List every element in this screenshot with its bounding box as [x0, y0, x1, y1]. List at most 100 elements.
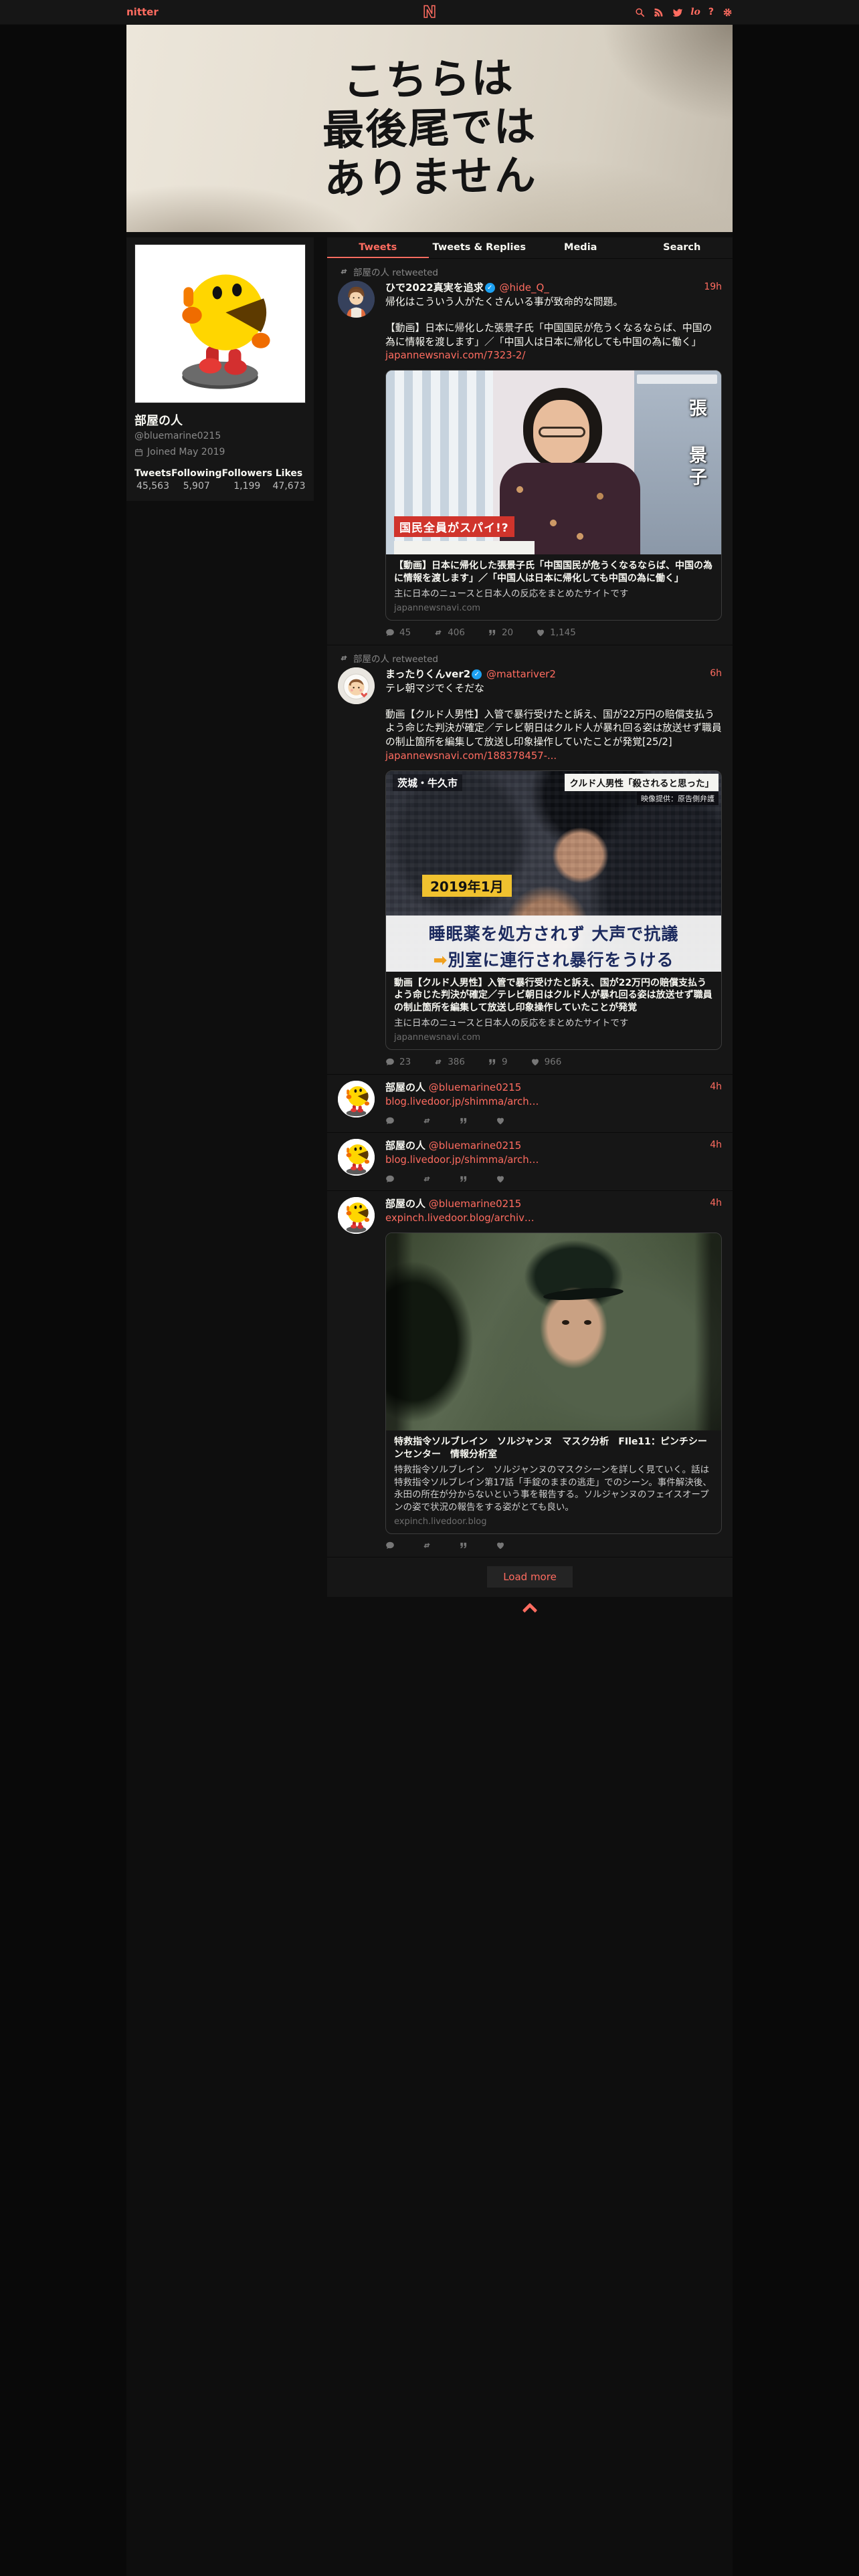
twitter-bird-icon[interactable]: [672, 7, 682, 17]
comment-icon: [386, 1117, 394, 1124]
comment-stat[interactable]: [385, 1541, 399, 1550]
verified-badge-icon: ✓: [472, 669, 482, 679]
tweet-author-name[interactable]: 部屋の人: [385, 1140, 425, 1152]
tweet-author-handle[interactable]: @hide_Q_: [500, 282, 549, 294]
stat-likes-value: 47,673: [272, 481, 306, 492]
tweet-author-avatar[interactable]: [338, 1196, 375, 1234]
link-preview-card[interactable]: 特救指令ソルブレイン ソルジャンヌ マスク分析 FIle11：ピンチシーンセンタ…: [385, 1232, 722, 1535]
comment-stat[interactable]: 45: [385, 627, 411, 638]
retweet-stat[interactable]: [422, 1174, 436, 1184]
tweet-external-link[interactable]: japannewsnavi.com/188378457-...: [385, 750, 557, 762]
avatar-illustration-hooded-character: [338, 667, 375, 704]
comment-stat[interactable]: [385, 1116, 399, 1125]
tweet-author-handle[interactable]: @mattariver2: [486, 668, 556, 680]
tab-tweets[interactable]: Tweets: [327, 237, 429, 258]
tweet-author-avatar[interactable]: [338, 281, 375, 318]
tweet-timestamp[interactable]: 19h: [704, 281, 722, 294]
tweet-1[interactable]: 部屋の人 retweeted ひで2022真実を追求 ✓ @hide_Q_ 19…: [327, 259, 733, 645]
quote-icon: [489, 629, 496, 636]
like-stat[interactable]: 966: [531, 1057, 561, 1067]
quote-stat[interactable]: [459, 1541, 473, 1550]
tweet-author-avatar[interactable]: [338, 1139, 375, 1176]
comment-stat[interactable]: 23: [385, 1057, 411, 1067]
quote-icon: [460, 1117, 467, 1124]
tweet-author-handle[interactable]: @bluemarine0215: [429, 1081, 521, 1093]
settings-gear-icon[interactable]: [722, 7, 733, 17]
retweet-icon: [341, 655, 347, 661]
retweet-stat[interactable]: [422, 1541, 436, 1550]
search-icon[interactable]: [634, 7, 645, 17]
banner-line-3: ありません: [323, 150, 538, 204]
quote-stat[interactable]: 20: [488, 627, 513, 638]
profile-joined-text: Joined May 2019: [147, 447, 225, 457]
banner-text: こちらは 最後尾では ありません: [321, 53, 539, 204]
rss-icon[interactable]: [653, 7, 664, 17]
tweet-text-paragraph: 動画【クルド人男性】入管で暴行受けたと訴え、国が22万円の賠償支払うよう命じた判…: [385, 708, 722, 748]
retweet-stat[interactable]: [422, 1116, 436, 1125]
tweet-external-link[interactable]: japannewsnavi.com/7323-2/: [385, 350, 525, 361]
stat-followers-value: 1,199: [233, 481, 261, 492]
load-more-button[interactable]: Load more: [487, 1566, 573, 1588]
profile-avatar[interactable]: [134, 244, 306, 403]
nitter-logo[interactable]: N: [422, 2, 437, 22]
retweet-stat[interactable]: 386: [434, 1057, 465, 1067]
tweet-timestamp[interactable]: 4h: [710, 1081, 722, 1093]
tweet-author-name[interactable]: まったりくんver2: [385, 668, 470, 680]
tweet-author-name[interactable]: 部屋の人: [385, 1081, 425, 1093]
retweet-header: 部屋の人 retweeted: [338, 651, 722, 665]
quote-stat[interactable]: [459, 1116, 473, 1125]
image-overlay-caption-banner: 睡眠薬を処方されず 大声で抗議 ➡別室に連行され暴行をうける: [386, 915, 721, 972]
quote-stat[interactable]: [459, 1174, 473, 1184]
card-image-news-capture: 茨城・牛久市 クルド人男性「殺されると思った」 映像提供：原告側弁護 2019年…: [386, 770, 721, 972]
tab-tweets-replies[interactable]: Tweets & Replies: [429, 237, 531, 258]
banner-line-1: こちらは: [342, 53, 515, 106]
tab-media[interactable]: Media: [530, 237, 632, 258]
quote-stat[interactable]: 9: [488, 1057, 508, 1067]
tweet-4[interactable]: 部屋の人 @bluemarine0215 4h blog.livedoor.jp…: [327, 1133, 733, 1191]
tweet-3[interactable]: 部屋の人 @bluemarine0215 4h blog.livedoor.jp…: [327, 1075, 733, 1134]
pacman-amiibo-avatar: [338, 1196, 375, 1234]
profile-banner-image[interactable]: こちらは 最後尾では ありません: [126, 25, 733, 232]
tweet-5[interactable]: 部屋の人 @bluemarine0215 4h expinch.livedoor…: [327, 1190, 733, 1558]
tweet-author-avatar[interactable]: [338, 1081, 375, 1118]
like-stat[interactable]: 1,145: [536, 627, 576, 638]
stat-likes-label: Likes: [275, 468, 303, 479]
tweet-text-paragraph: 【動画】日本に帰化した張景子氏「中国国民が危うくなるならば、中国の為に情報を渡し…: [385, 322, 712, 348]
like-stat[interactable]: [496, 1174, 510, 1184]
profile-joined: Joined May 2019: [134, 447, 306, 457]
link-preview-card[interactable]: 張 景子 国民全員がスパイ!? 【動画】日本に帰化した張景子氏「中国国民が危うく…: [385, 370, 722, 621]
tweet-timestamp[interactable]: 4h: [710, 1197, 722, 1210]
profile-username: @bluemarine0215: [134, 431, 221, 441]
retweet-header-text: 部屋の人 retweeted: [353, 653, 438, 665]
heart-icon: [531, 1059, 539, 1066]
tweet-author-handle[interactable]: @bluemarine0215: [429, 1140, 521, 1152]
tweet-author-name[interactable]: ひで2022真実を追求: [385, 282, 484, 294]
tweet-external-link[interactable]: expinch.livedoor.blog/archiv…: [385, 1212, 535, 1224]
stat-followers: Followers 1,199: [222, 468, 273, 492]
card-title: 特救指令ソルブレイン ソルジャンヌ マスク分析 FIle11：ピンチシーンセンタ…: [394, 1436, 707, 1460]
timeline: Tweets Tweets & Replies Media Search 部屋の…: [327, 237, 733, 1618]
tweet-2[interactable]: 部屋の人 retweeted まったりくんver2 ✓ @mattariver2…: [327, 645, 733, 1075]
link-preview-card[interactable]: 茨城・牛久市 クルド人男性「殺されると思った」 映像提供：原告側弁護 2019年…: [385, 770, 722, 1051]
tweet-timestamp[interactable]: 4h: [710, 1139, 722, 1152]
tweet-timestamp[interactable]: 6h: [710, 667, 722, 680]
image-overlay-location: 茨城・牛久市: [393, 774, 463, 791]
like-stat[interactable]: [496, 1116, 510, 1125]
content-column: こちらは 最後尾では ありません 部屋の人 @bluemarine0215 Jo…: [126, 25, 733, 2576]
avatar-illustration-man: [338, 281, 375, 318]
liberapay-icon[interactable]: lo: [690, 7, 700, 17]
tweet-author-handle[interactable]: @bluemarine0215: [429, 1198, 521, 1210]
tweet-external-link[interactable]: blog.livedoor.jp/shimma/arch…: [385, 1154, 539, 1166]
nitter-brand-link[interactable]: nitter: [126, 6, 159, 18]
about-icon[interactable]: ?: [708, 7, 714, 17]
like-stat[interactable]: [496, 1541, 510, 1550]
tab-search[interactable]: Search: [632, 237, 733, 258]
tweet-external-link[interactable]: blog.livedoor.jp/shimma/arch…: [385, 1096, 539, 1107]
quote-count: 20: [501, 627, 514, 638]
chevron-up-icon[interactable]: [522, 1602, 538, 1618]
retweet-stat[interactable]: 406: [434, 627, 465, 638]
tweet-author-name[interactable]: 部屋の人: [385, 1198, 425, 1210]
comment-stat[interactable]: [385, 1174, 399, 1184]
tweet-author-avatar[interactable]: [338, 667, 375, 704]
stat-following-value: 5,907: [183, 481, 210, 492]
